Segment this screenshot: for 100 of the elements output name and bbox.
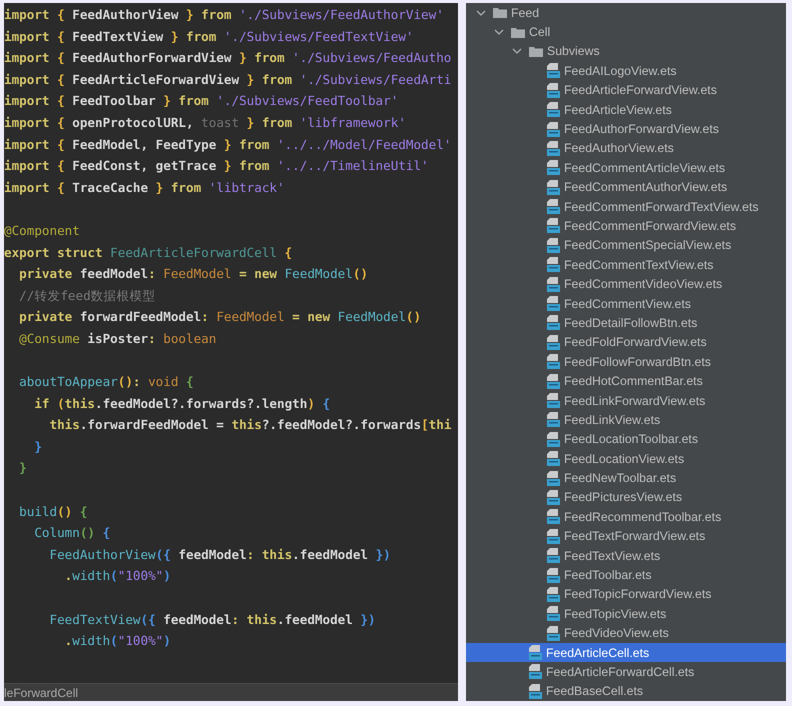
file-icon — [529, 684, 542, 699]
chevron-icon[interactable] — [494, 28, 504, 36]
tree-item[interactable]: FeedLinkView.ets — [466, 410, 786, 430]
tree-item[interactable]: FeedToolbar.ets — [466, 565, 786, 585]
file-icon — [547, 315, 560, 330]
code-line: aboutToAppear(): void { — [18, 373, 195, 392]
code-line: import { openProtocolURL, toast } from 'libframework' — [4, 114, 407, 132]
code-line: build() { — [18, 502, 88, 521]
tree-item[interactable]: FeedCommentForwardTextView.ets — [466, 196, 786, 216]
tree-item[interactable]: FeedCommentTextView.ets — [466, 255, 786, 274]
file-icon — [547, 238, 560, 253]
code-line: } — [18, 459, 28, 478]
file-icon — [547, 199, 560, 214]
tree-item[interactable]: FeedCommentAuthorView.ets — [466, 178, 786, 197]
tree-item[interactable]: FeedTextForwardView.ets — [466, 526, 786, 546]
code-line: import { FeedConst, getTrace } from '../../TimelineUtil' — [4, 157, 430, 176]
code-line: this.forwardFeedModel = this?.feedModel?.forwards[thi — [48, 416, 452, 434]
code-line: Column() { — [33, 524, 112, 542]
chevron-icon[interactable] — [512, 47, 522, 56]
code-line: private feedModel: FeedModel = new FeedModel() — [18, 265, 369, 284]
file-icon — [547, 412, 560, 428]
tree-item[interactable]: FeedCommentSpecialView.ets — [466, 236, 786, 256]
code-comment: //转发feed数据根模型 — [18, 286, 157, 305]
tree-item[interactable]: FeedBaseCell.ets — [466, 682, 786, 701]
code-line: import { FeedArticleForwardView } from './Subviews/FeedArti — [4, 70, 452, 89]
file-icon — [547, 160, 560, 176]
file-name-label: leForwardCell — [4, 686, 78, 700]
tree-item[interactable]: FeedRecommendToolbar.ets — [466, 507, 786, 527]
tree-item[interactable]: FeedPicturesView.ets — [466, 488, 786, 508]
chevron-icon[interactable] — [476, 8, 486, 17]
code-line: } — [33, 438, 43, 456]
tree-item[interactable]: FeedDetailFollowBtn.ets — [466, 313, 786, 333]
tree-item[interactable]: FeedArticleView.ets — [466, 100, 786, 120]
tree-item[interactable]: FeedArticleForwardView.ets — [466, 80, 786, 100]
code-line: import { FeedAuthorForwardView } from './Subviews/FeedAutho — [4, 49, 452, 68]
code-line: @Component — [4, 222, 81, 240]
folder-icon — [511, 26, 525, 38]
file-icon — [529, 664, 542, 680]
file-icon — [547, 586, 560, 602]
tree-item[interactable]: FeedLocationView.ets — [466, 448, 786, 468]
file-icon — [547, 82, 560, 98]
file-icon — [547, 626, 560, 641]
file-icon — [547, 374, 560, 389]
code-line: import { FeedToolbar } from './Subviews/FeedToolbar' — [4, 92, 400, 110]
file-icon — [547, 354, 560, 370]
tree-item[interactable]: FeedVideoView.ets — [466, 624, 786, 643]
tree-item[interactable]: FeedAuthorView.ets — [466, 138, 786, 158]
code-line: import { TraceCache } from 'libtrack' — [4, 178, 286, 197]
tree-item[interactable]: Cell — [466, 22, 786, 42]
file-icon — [547, 490, 560, 505]
code-line: .width("100%") — [64, 567, 172, 586]
tree-item[interactable]: FeedTopicView.ets — [466, 604, 786, 624]
folder-icon — [493, 7, 507, 18]
file-icon — [547, 432, 560, 447]
tree-item[interactable]: FeedHotCommentBar.ets — [466, 371, 786, 391]
file-icon — [547, 470, 560, 486]
tree-item[interactable]: Subviews — [466, 42, 786, 62]
code-line: .width("100%") — [64, 632, 172, 650]
file-icon — [547, 276, 560, 292]
tree-item[interactable]: FeedAILogoView.ets — [466, 61, 786, 81]
file-icon — [547, 122, 560, 137]
file-icon — [547, 451, 560, 466]
file-icon — [547, 102, 560, 118]
tree-item[interactable]: FeedNewToolbar.ets — [466, 468, 786, 488]
tree-item[interactable]: FeedArticleCell.ets — [466, 642, 786, 662]
code-line: if (this.feedModel?.forwards?.length) { — [33, 394, 332, 413]
tree-item[interactable]: FeedArticleForwardCell.ets — [466, 662, 786, 682]
code-line: import { FeedModel, FeedType } from '../../Model/FeedModel' — [4, 136, 452, 154]
file-icon — [547, 334, 560, 350]
file-icon — [547, 568, 560, 583]
file-icon — [547, 548, 560, 564]
code-line: FeedTextView({ feedModel: this.feedModel }) — [48, 610, 377, 629]
file-icon — [547, 606, 560, 622]
tree-item[interactable]: FeedCommentForwardView.ets — [466, 216, 786, 236]
code-line: @Consume isPoster: boolean — [18, 330, 218, 348]
file-icon — [547, 218, 560, 234]
code-line: export struct FeedArticleForwardCell { — [4, 244, 294, 262]
file-icon — [547, 257, 560, 272]
tree-item[interactable]: FeedAuthorForwardView.ets — [466, 119, 786, 139]
tree-item[interactable]: FeedLocationToolbar.ets — [466, 430, 786, 449]
tree-item[interactable]: FeedFoldForwardView.ets — [466, 332, 786, 352]
folder-icon — [529, 46, 543, 57]
file-icon — [547, 528, 560, 544]
code-line: private forwardFeedModel: FeedModel = new FeedModel() — [18, 308, 422, 326]
file-icon — [547, 509, 560, 524]
code-line: import { FeedTextView } from './Subviews/FeedTextView' — [4, 28, 414, 46]
file-icon — [547, 296, 560, 312]
file-icon — [547, 180, 560, 195]
tree-item[interactable]: FeedCommentVideoView.ets — [466, 274, 786, 294]
tree-item[interactable]: FeedTextView.ets — [466, 546, 786, 566]
code-line: import { FeedAuthorView } from './Subviews/FeedAuthorView' — [4, 6, 445, 24]
file-icon — [547, 140, 560, 156]
tree-item[interactable]: Feed — [466, 3, 786, 22]
file-icon — [547, 393, 560, 408]
tree-item[interactable]: FeedLinkForwardView.ets — [466, 390, 786, 410]
code-line: FeedAuthorView({ feedModel: this.feedModel }) — [48, 546, 392, 564]
tree-item[interactable]: FeedCommentView.ets — [466, 294, 786, 314]
tree-item[interactable]: FeedCommentArticleView.ets — [466, 158, 786, 178]
tree-item[interactable]: FeedFollowForwardBtn.ets — [466, 352, 786, 372]
tree-item[interactable]: FeedTopicForwardView.ets — [466, 584, 786, 604]
